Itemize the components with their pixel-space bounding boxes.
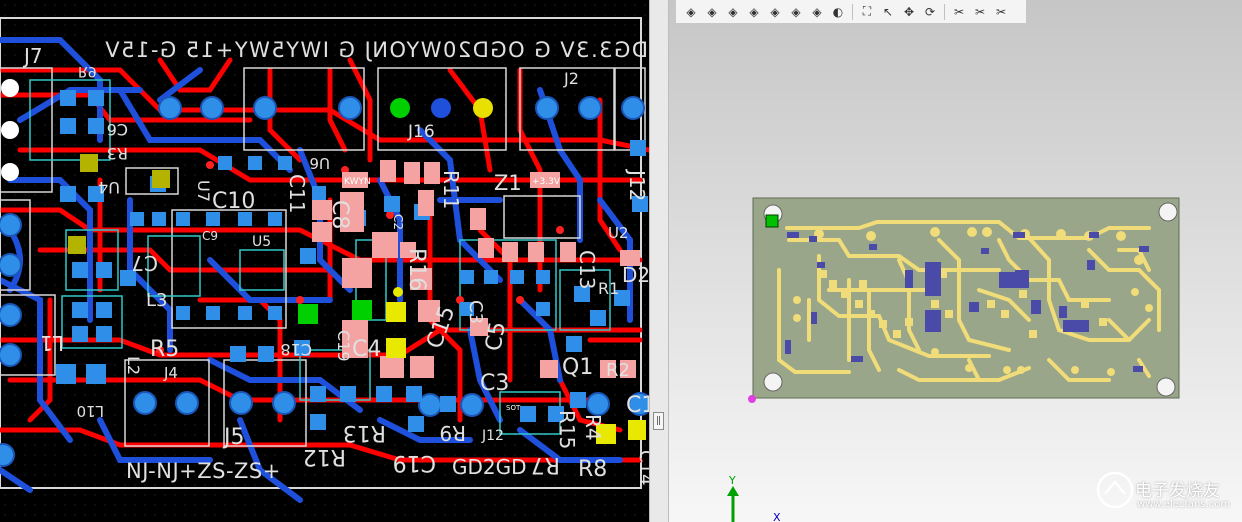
designator-c18: C18 — [280, 340, 312, 359]
designator-r8: R8 — [578, 457, 607, 482]
designator-z1: Z1 — [494, 171, 522, 195]
designator-r12: R12 — [303, 444, 346, 469]
designator-c19: C19 — [334, 330, 353, 362]
3d-origin-marker-magenta — [748, 395, 756, 403]
designator-j12b: J12 — [481, 428, 504, 444]
designator-u5: U5 — [252, 234, 271, 250]
designator-r9: R9 — [78, 63, 97, 79]
designator-r7: R7 — [531, 452, 560, 477]
designator-sot: SOT — [506, 404, 521, 412]
axis-x-label: X — [773, 511, 781, 522]
designator-c10: C10 — [212, 189, 255, 214]
designator-l3: L3 — [146, 290, 167, 311]
designator-r11: R11 — [439, 170, 463, 209]
designator-j5: J5 — [222, 425, 245, 450]
watermark-logo-icon — [1096, 471, 1134, 509]
splitter-grip-handle[interactable]: ‖ — [653, 412, 664, 430]
designator-c3b: C3 — [480, 371, 509, 396]
designator-c7: C7 — [131, 251, 158, 275]
designator-c2: C2 — [391, 214, 405, 230]
designator-j2: J2 — [563, 69, 579, 88]
designator-r5: R5 — [150, 337, 179, 362]
designator-r9b: R9 — [439, 421, 466, 445]
designator-r13: R13 — [343, 420, 386, 445]
designator-r16: R16 — [404, 248, 429, 291]
designator-r3: R3 — [107, 144, 128, 163]
designator-c1: C1 — [626, 393, 649, 418]
designator-j16: J16 — [407, 122, 435, 142]
pcb-bottom-net-text: NJ-NJ+ZS-ZS+ — [126, 459, 281, 483]
axis-y-label: Y — [728, 474, 736, 487]
designator-l10: L10 — [77, 402, 104, 420]
designator-l2: L2 — [124, 356, 143, 375]
designator-u2: U2 — [608, 224, 629, 242]
designator-c8: C8 — [327, 200, 352, 229]
designator-u4: U4 — [98, 178, 120, 197]
designator-c9: C9 — [202, 229, 218, 243]
designator-c4: C4 — [352, 337, 381, 362]
watermark: 电子发烧友 www.elecfans.com — [1095, 468, 1235, 518]
designator-c11: C11 — [285, 174, 309, 213]
watermark-text: 电子发烧友 — [1135, 481, 1220, 501]
designator-c14: C14 — [635, 450, 649, 485]
designator-p33: +3.3V — [532, 177, 561, 187]
designator-r2: R2 — [606, 360, 630, 381]
axis-y-arrow — [727, 486, 739, 496]
designator-c19b: C19 — [393, 450, 436, 475]
designator-kwyn: KWYN — [344, 177, 371, 187]
designator-j12: J12 — [625, 168, 649, 201]
designator-r15: R15 — [555, 410, 579, 449]
pcb-top-net-text: DG3.3V G OGD20WYONJ G IWY5WY+15 G-15V — [104, 38, 648, 62]
designator-d2: D2 — [622, 263, 649, 287]
3d-board-render: Y X — [727, 197, 1180, 522]
designator-gd2gd: GD2GD — [452, 455, 527, 479]
designator-c5: C5 — [481, 320, 511, 353]
designator-r1: R1 — [598, 279, 619, 298]
designator-c13: C13 — [575, 250, 599, 289]
3d-viewer-panel[interactable]: ◈ ◈ ◈ ◈ ◈ ◈ ◈ ◐ ⛶ ↖ ✥ ⟳ ✂ ✂ ✂ Y X 电子发烧友 … — [669, 0, 1242, 522]
pcb-drawing: DG3.3V G OGD20WYONJ G IWY5WY+15 G-15V NJ… — [0, 0, 649, 522]
designator-j4: J4 — [163, 364, 178, 382]
panel-splitter[interactable]: ‖ — [649, 0, 669, 522]
designator-j7: J7 — [22, 44, 43, 68]
3d-origin-marker-green — [765, 214, 779, 228]
designator-u7: U7 — [194, 180, 213, 202]
designator-c3a: C3 — [465, 300, 486, 324]
watermark-url: www.elecfans.com — [1137, 499, 1231, 510]
designator-c6: C6 — [107, 120, 128, 139]
designator-l1: L1 — [40, 331, 64, 355]
designator-q1: Q1 — [562, 355, 593, 380]
designator-u6: U6 — [309, 154, 330, 172]
designator-r4: R4 — [581, 414, 605, 441]
pcb-layout-canvas[interactable]: DG3.3V G OGD20WYONJ G IWY5WY+15 G-15V NJ… — [0, 0, 649, 522]
